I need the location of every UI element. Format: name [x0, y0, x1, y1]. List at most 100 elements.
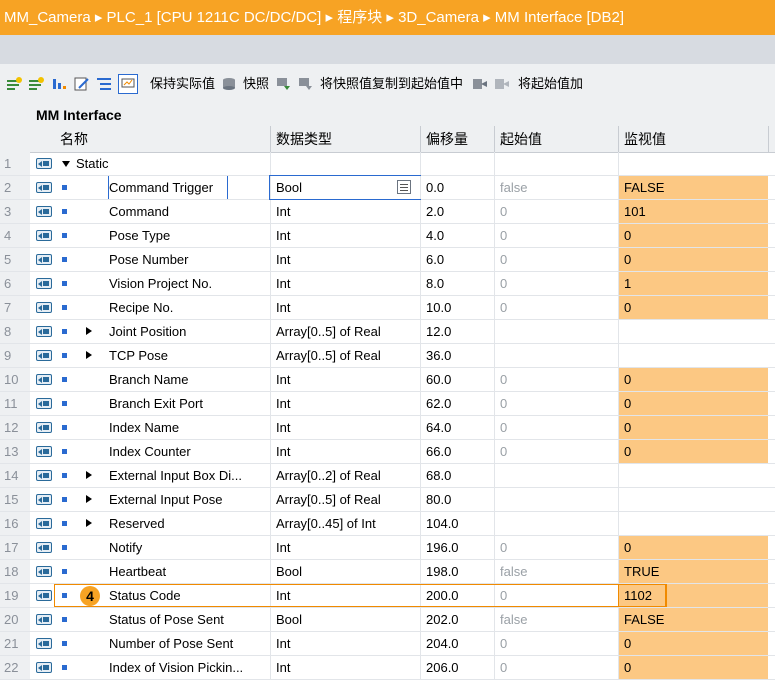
datatype-cell[interactable]: Int	[270, 296, 420, 319]
variable-name[interactable]: Index Counter	[54, 440, 270, 463]
variable-name[interactable]: Index of Vision Pickin...	[54, 656, 270, 679]
start-value-cell[interactable]: 0	[494, 368, 618, 391]
variable-name[interactable]: Index Name	[54, 416, 270, 439]
start-value-cell[interactable]: 0	[494, 392, 618, 415]
variable-name[interactable]: Branch Exit Port	[54, 392, 270, 415]
expand-arrow-icon[interactable]	[86, 351, 92, 359]
start-value-cell[interactable]	[494, 320, 618, 343]
table-row[interactable]: 5 Pose Number Int 6.0 0 0	[0, 248, 775, 272]
copy-start-icon[interactable]	[298, 77, 314, 91]
start-value-cell[interactable]: 0	[494, 224, 618, 247]
load-start-icon[interactable]	[494, 77, 510, 91]
variable-name[interactable]: Command	[54, 200, 270, 223]
variable-name[interactable]: Heartbeat	[54, 560, 270, 583]
header-monitor-value[interactable]: 监视值	[618, 126, 768, 152]
variable-name[interactable]: Notify	[54, 536, 270, 559]
table-row[interactable]: 22 Index of Vision Pickin... Int 206.0 0 0	[0, 656, 775, 680]
table-row[interactable]: 2 Command Trigger Bool 0.0 false FALSE	[0, 175, 775, 200]
table-row[interactable]: 16 Reserved Array[0..45] of Int 104.0	[0, 512, 775, 536]
start-value-cell[interactable]: 0	[494, 416, 618, 439]
expand-arrow-icon[interactable]	[86, 471, 92, 479]
start-value-cell[interactable]: 0	[494, 584, 618, 607]
variable-name[interactable]: Joint Position	[54, 320, 270, 343]
start-value-cell[interactable]: 0	[494, 272, 618, 295]
start-value-cell[interactable]: 0	[494, 656, 618, 679]
datatype-cell[interactable]: Array[0..5] of Real	[270, 344, 420, 367]
datatype-cell[interactable]: Int	[270, 272, 420, 295]
keep-actual-values-button[interactable]: 保持实际值	[150, 73, 215, 95]
start-value-cell[interactable]: 0	[494, 296, 618, 319]
datatype-cell[interactable]: Int	[270, 224, 420, 247]
variable-name[interactable]: External Input Pose	[54, 488, 270, 511]
list-icon[interactable]	[96, 77, 112, 91]
variable-name[interactable]: External Input Box Di...	[54, 464, 270, 487]
datatype-cell[interactable]: Array[0..5] of Real	[270, 488, 420, 511]
add-row-icon[interactable]	[28, 77, 44, 91]
table-row[interactable]: 9 TCP Pose Array[0..5] of Real 36.0	[0, 344, 775, 368]
start-value-cell[interactable]	[494, 464, 618, 487]
table-row[interactable]: 18 Heartbeat Bool 198.0 false TRUE	[0, 560, 775, 584]
datatype-cell[interactable]: Array[0..45] of Int	[270, 512, 420, 535]
start-value-cell[interactable]: 0	[494, 200, 618, 223]
start-value-cell[interactable]: 0	[494, 248, 618, 271]
datatype-cell[interactable]: Int	[270, 392, 420, 415]
table-row[interactable]: 3 Command Int 2.0 0 101	[0, 200, 775, 224]
start-value-cell[interactable]	[494, 512, 618, 535]
variable-name[interactable]: Status of Pose Sent	[54, 608, 270, 631]
monitor-toggle-icon[interactable]	[118, 74, 138, 94]
copy-snapshot-icon[interactable]	[276, 77, 292, 91]
variable-name[interactable]: Branch Name	[54, 368, 270, 391]
variable-name[interactable]: Vision Project No.	[54, 272, 270, 295]
copy-start-values-button[interactable]: 将起始值加	[518, 73, 583, 95]
table-row[interactable]: 20 Status of Pose Sent Bool 202.0 false FALSE	[0, 608, 775, 632]
datatype-cell[interactable]: Int	[270, 200, 420, 223]
table-row[interactable]: 6 Vision Project No. Int 8.0 0 1	[0, 272, 775, 296]
variable-name[interactable]: Recipe No.	[54, 296, 270, 319]
table-row[interactable]: 12 Index Name Int 64.0 0 0	[0, 416, 775, 440]
table-row[interactable]: 19 Status Code Int 200.0 0 1102 4	[0, 584, 775, 608]
table-row[interactable]: 7 Recipe No. Int 10.0 0 0	[0, 296, 775, 320]
start-value-cell[interactable]: 0	[494, 632, 618, 655]
table-row[interactable]: 17 Notify Int 196.0 0 0	[0, 536, 775, 560]
start-value-cell[interactable]	[494, 152, 618, 175]
datatype-cell[interactable]: Int	[270, 536, 420, 559]
copy-snapshot-to-start-button[interactable]: 将快照值复制到起始值中	[320, 73, 463, 95]
header-name[interactable]: 名称	[54, 126, 270, 152]
datatype-cell[interactable]: Bool	[270, 560, 420, 583]
edit-icon[interactable]	[74, 77, 90, 91]
start-value-cell[interactable]: false	[494, 560, 618, 583]
datatype-cell[interactable]: Int	[270, 632, 420, 655]
variable-name[interactable]: Number of Pose Sent	[54, 632, 270, 655]
datatype-cell[interactable]: Array[0..2] of Real	[270, 464, 420, 487]
datatype-cell[interactable]: Int	[270, 416, 420, 439]
datatype-cell[interactable]: Array[0..5] of Real	[270, 320, 420, 343]
datatype-dropdown-icon[interactable]	[397, 180, 411, 194]
table-row[interactable]: 4 Pose Type Int 4.0 0 0	[0, 224, 775, 248]
datatype-cell[interactable]: Int	[270, 248, 420, 271]
table-row[interactable]: 21 Number of Pose Sent Int 204.0 0 0	[0, 632, 775, 656]
variable-name[interactable]: Command Trigger	[54, 176, 270, 199]
collapse-arrow-icon[interactable]	[62, 161, 70, 167]
header-datatype[interactable]: 数据类型	[270, 126, 420, 152]
variable-name[interactable]: Reserved	[54, 512, 270, 535]
table-row[interactable]: 14 External Input Box Di... Array[0..2] of…	[0, 464, 775, 488]
start-value-cell[interactable]: false	[494, 176, 618, 199]
datatype-cell[interactable]: Bool	[270, 608, 420, 631]
datatype-cell[interactable]: Int	[270, 584, 420, 607]
variable-name[interactable]: Pose Type	[54, 224, 270, 247]
start-value-cell[interactable]	[494, 488, 618, 511]
table-row[interactable]: 1 Static	[0, 152, 775, 176]
datatype-cell[interactable]: Int	[270, 368, 420, 391]
datatype-cell[interactable]: Int	[270, 440, 420, 463]
database-icon[interactable]	[222, 77, 238, 91]
variable-name[interactable]: TCP Pose	[54, 344, 270, 367]
variable-name[interactable]: Static	[54, 152, 270, 175]
snapshot-button[interactable]: 快照	[243, 73, 269, 95]
insert-row-icon[interactable]	[6, 77, 22, 91]
header-offset[interactable]: 偏移量	[420, 126, 494, 152]
start-value-cell[interactable]: 0	[494, 536, 618, 559]
expand-arrow-icon[interactable]	[86, 327, 92, 335]
header-start-value[interactable]: 起始值	[494, 126, 618, 152]
table-row[interactable]: 10 Branch Name Int 60.0 0 0	[0, 368, 775, 392]
expand-arrow-icon[interactable]	[86, 495, 92, 503]
